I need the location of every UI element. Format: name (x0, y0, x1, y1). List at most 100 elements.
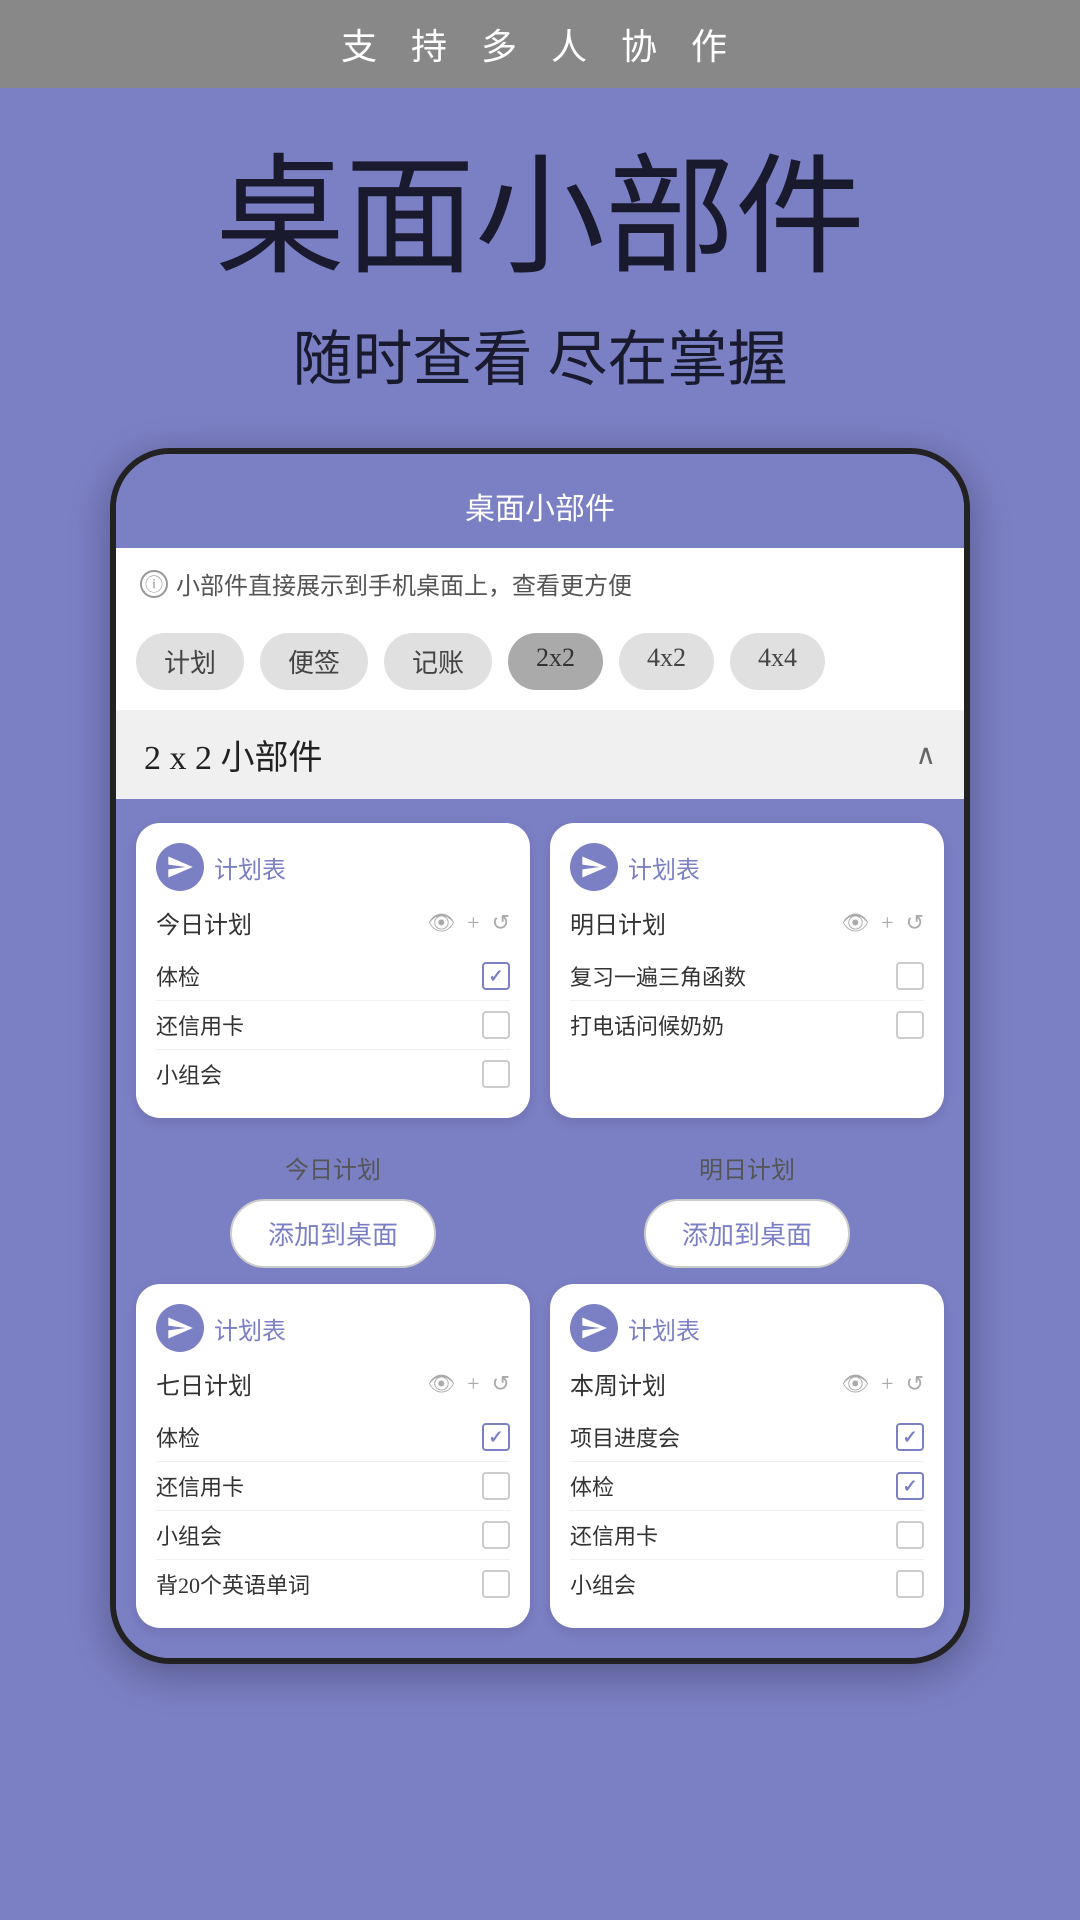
widget-type-4: 计划表 (628, 1311, 700, 1346)
refresh-icon-2[interactable]: ↺ (906, 910, 924, 936)
widget-plan-name-1: 今日计划 (156, 905, 252, 940)
task-checkbox-1-2[interactable] (482, 1011, 510, 1039)
task-checkbox-4-1[interactable] (896, 1423, 924, 1451)
task-row-3-3: 小组会 (156, 1511, 510, 1560)
task-row-3-1: 体检 (156, 1413, 510, 1462)
task-name-1-2: 还信用卡 (156, 1009, 244, 1041)
info-icon: ⓘ (140, 570, 168, 598)
tab-account[interactable]: 记账 (384, 633, 492, 690)
widget-card-2: 计划表 明日计划 👁 + ↺ 复习一遍三角函数 (550, 823, 944, 1118)
widget-card-4: 计划表 本周计划 👁 + ↺ 项目进度会 (550, 1284, 944, 1628)
caption-2: 明日计划 (550, 1150, 944, 1185)
tab-note[interactable]: 便签 (260, 633, 368, 690)
widget-card-2-header: 计划表 (570, 843, 924, 891)
widget-plan-actions-3: 👁 + ↺ (427, 1371, 510, 1397)
widget-type-2: 计划表 (628, 850, 700, 885)
widget-plan-row-2: 明日计划 👁 + ↺ (570, 905, 924, 940)
task-row-4-4: 小组会 (570, 1560, 924, 1608)
tab-4x2[interactable]: 4x2 (619, 633, 714, 690)
task-row-1-2: 还信用卡 (156, 1001, 510, 1050)
refresh-icon-1[interactable]: ↺ (492, 910, 510, 936)
tab-4x4[interactable]: 4x4 (730, 633, 825, 690)
caption-area-1: 今日计划 添加到桌面 (136, 1142, 530, 1284)
plus-icon-4[interactable]: + (881, 1371, 893, 1397)
add-desktop-btn-2[interactable]: 添加到桌面 (644, 1199, 850, 1268)
task-name-3-1: 体检 (156, 1421, 200, 1453)
widget-plan-name-2: 明日计划 (570, 905, 666, 940)
task-row-3-4: 背20个英语单词 (156, 1560, 510, 1608)
widget-card-3: 计划表 七日计划 👁 + ↺ 体检 (136, 1284, 530, 1628)
task-checkbox-3-3[interactable] (482, 1521, 510, 1549)
plus-icon-3[interactable]: + (467, 1371, 479, 1397)
task-row-2-2: 打电话问候奶奶 (570, 1001, 924, 1049)
widget-plan-row-3: 七日计划 👁 + ↺ (156, 1366, 510, 1401)
task-checkbox-3-4[interactable] (482, 1570, 510, 1598)
eye-icon-3[interactable]: 👁 (427, 1371, 455, 1397)
eye-icon-1[interactable]: 👁 (427, 910, 455, 936)
widget-icon-1 (156, 843, 204, 891)
hero-subtitle: 随时查看 尽在掌握 (40, 311, 1040, 398)
task-checkbox-3-1[interactable] (482, 1423, 510, 1451)
task-row-4-1: 项目进度会 (570, 1413, 924, 1462)
task-name-3-4: 背20个英语单词 (156, 1568, 310, 1600)
task-checkbox-2-2[interactable] (896, 1011, 924, 1039)
top-bar: 支 持 多 人 协 作 (0, 0, 1080, 88)
task-row-4-3: 还信用卡 (570, 1511, 924, 1560)
top-bar-text: 支 持 多 人 协 作 (341, 26, 739, 67)
section-title: 2 x 2 小部件 (144, 730, 323, 779)
widget-card-4-header: 计划表 (570, 1304, 924, 1352)
task-name-4-4: 小组会 (570, 1568, 636, 1600)
caption-1: 今日计划 (136, 1150, 530, 1185)
plus-icon-2[interactable]: + (881, 910, 893, 936)
widget-grid-row2: 计划表 七日计划 👁 + ↺ 体检 (116, 1284, 964, 1658)
widget-plan-row-1: 今日计划 👁 + ↺ (156, 905, 510, 940)
task-name-4-3: 还信用卡 (570, 1519, 658, 1551)
add-desktop-btn-1[interactable]: 添加到桌面 (230, 1199, 436, 1268)
task-name-3-2: 还信用卡 (156, 1470, 244, 1502)
widget-icon-4 (570, 1304, 618, 1352)
paper-plane-icon-3 (166, 1314, 194, 1342)
paper-plane-icon-1 (166, 853, 194, 881)
task-checkbox-4-4[interactable] (896, 1570, 924, 1598)
task-checkbox-1-1[interactable] (482, 962, 510, 990)
task-checkbox-4-3[interactable] (896, 1521, 924, 1549)
widget-type-1: 计划表 (214, 850, 286, 885)
widget-card-1: 计划表 今日计划 👁 + ↺ 体检 (136, 823, 530, 1118)
task-row-3-2: 还信用卡 (156, 1462, 510, 1511)
info-bar: ⓘ 小部件直接展示到手机桌面上，查看更方便 (116, 548, 964, 619)
widget-icon-2 (570, 843, 618, 891)
plus-icon-1[interactable]: + (467, 910, 479, 936)
phone-frame: 桌面小部件 ⓘ 小部件直接展示到手机桌面上，查看更方便 计划 便签 记账 2x2… (110, 448, 970, 1664)
refresh-icon-4[interactable]: ↺ (906, 1371, 924, 1397)
task-name-3-3: 小组会 (156, 1519, 222, 1551)
task-name-4-1: 项目进度会 (570, 1421, 680, 1453)
task-row-4-2: 体检 (570, 1462, 924, 1511)
eye-icon-2[interactable]: 👁 (841, 910, 869, 936)
paper-plane-icon-4 (580, 1314, 608, 1342)
task-checkbox-2-1[interactable] (896, 962, 924, 990)
task-row-2-1: 复习一遍三角函数 (570, 952, 924, 1001)
task-name-2-1: 复习一遍三角函数 (570, 960, 746, 992)
section-header: 2 x 2 小部件 ∧ (116, 710, 964, 799)
tab-plan[interactable]: 计划 (136, 633, 244, 690)
widget-icon-3 (156, 1304, 204, 1352)
task-name-2-2: 打电话问候奶奶 (570, 1009, 724, 1041)
panel-header: 桌面小部件 (116, 454, 964, 548)
task-checkbox-1-3[interactable] (482, 1060, 510, 1088)
widget-card-3-header: 计划表 (156, 1304, 510, 1352)
widget-plan-actions-4: 👁 + ↺ (841, 1371, 924, 1397)
task-checkbox-3-2[interactable] (482, 1472, 510, 1500)
task-checkbox-4-2[interactable] (896, 1472, 924, 1500)
widget-plan-row-4: 本周计划 👁 + ↺ (570, 1366, 924, 1401)
task-name-1-1: 体检 (156, 960, 200, 992)
hero-title: 桌面小部件 (40, 148, 1040, 291)
widget-type-3: 计划表 (214, 1311, 286, 1346)
refresh-icon-3[interactable]: ↺ (492, 1371, 510, 1397)
paper-plane-icon-2 (580, 853, 608, 881)
eye-icon-4[interactable]: 👁 (841, 1371, 869, 1397)
widget-plan-name-3: 七日计划 (156, 1366, 252, 1401)
task-row-1-1: 体检 (156, 952, 510, 1001)
task-name-1-3: 小组会 (156, 1058, 222, 1090)
widget-plan-actions-1: 👁 + ↺ (427, 910, 510, 936)
tab-2x2[interactable]: 2x2 (508, 633, 603, 690)
